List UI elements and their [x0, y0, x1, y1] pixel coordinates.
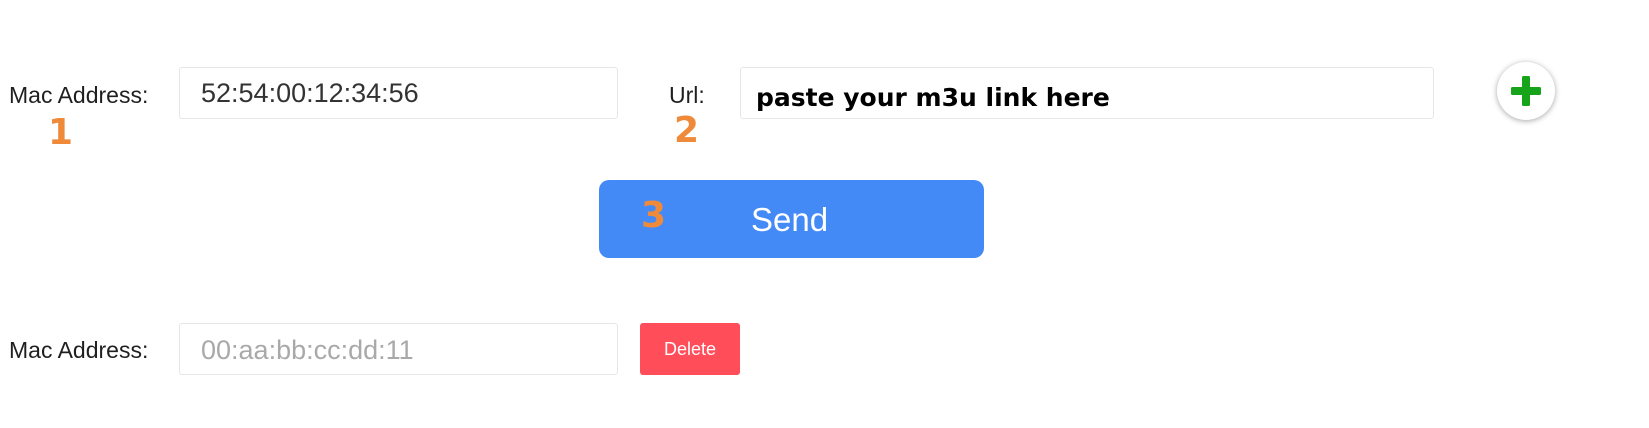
mac-address-value: 52:54:00:12:34:56 [201, 78, 419, 108]
send-button-label: Send [751, 201, 829, 238]
delete-button[interactable]: Delete [640, 323, 740, 375]
mac-address-placeholder: 00:aa:bb:cc:dd:11 [201, 335, 414, 365]
url-input[interactable]: paste your m3u link here [740, 67, 1434, 119]
mac-address-input-2[interactable]: 00:aa:bb:cc:dd:11 [179, 323, 618, 375]
plus-icon [1511, 76, 1541, 106]
step-number-1: 1 [48, 112, 74, 153]
add-url-button[interactable] [1497, 62, 1555, 120]
url-label: Url: [669, 82, 705, 108]
send-button[interactable]: 3 Send [599, 180, 984, 258]
mac-address-input[interactable]: 52:54:00:12:34:56 [179, 67, 618, 119]
url-placeholder-text: paste your m3u link here [756, 83, 1110, 112]
mac-address-label-2: Mac Address: [9, 337, 149, 363]
step-number-3: 3 [641, 195, 667, 236]
step-number-2: 2 [674, 110, 700, 151]
mac-address-label: Mac Address: [9, 82, 149, 108]
